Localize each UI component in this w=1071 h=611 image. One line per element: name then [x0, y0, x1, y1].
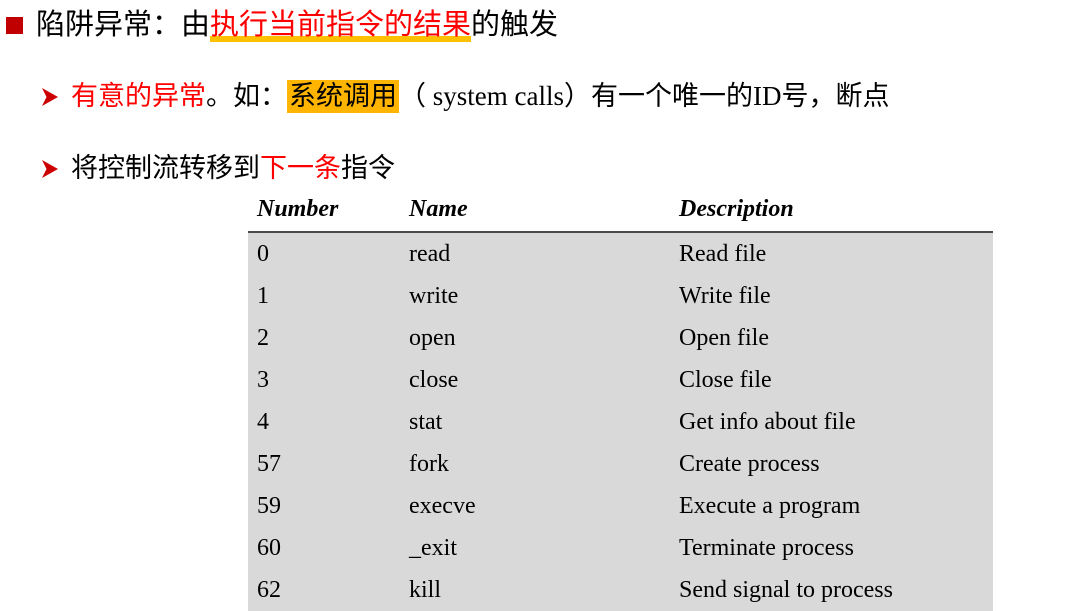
cell-name: fork [409, 443, 679, 485]
bullet3-emphasis: 下一条 [260, 153, 341, 183]
syscall-table-container: Number Name Description 0 read Read file 1 w… [248, 196, 993, 611]
bullet-line-1: 陷阱异常：由执行当前指令的结果的触发 [6, 8, 558, 42]
cell-description: Execute a program [679, 485, 993, 527]
cell-name: execve [409, 485, 679, 527]
arrow-bullet-icon [40, 86, 60, 108]
bullet1-prefix: 陷阱异常：由 [36, 9, 211, 41]
cell-description: Read file [679, 232, 993, 275]
cell-description: Get info about file [679, 401, 993, 443]
cell-name: open [409, 317, 679, 359]
table-row: 59 execve Execute a program [248, 485, 993, 527]
bullet2-part2: 。如： [206, 81, 287, 111]
square-bullet-icon [6, 16, 23, 34]
bullet-line-2: 有意的异常。如：系统调用（ system calls）有一个唯一的ID号，断点 [40, 80, 890, 113]
table-row: 60 _exit Terminate process [248, 527, 993, 569]
table-row: 2 open Open file [248, 317, 993, 359]
cell-number: 3 [248, 359, 409, 401]
bullet-line-1-text: 陷阱异常：由执行当前指令的结果的触发 [36, 8, 558, 42]
table-row: 4 stat Get info about file [248, 401, 993, 443]
cell-description: Create process [679, 443, 993, 485]
cell-name: close [409, 359, 679, 401]
cell-number: 59 [248, 485, 409, 527]
cell-number: 57 [248, 443, 409, 485]
cell-number: 60 [248, 527, 409, 569]
cell-description: Open file [679, 317, 993, 359]
bullet3-part3: 指令 [341, 153, 395, 183]
bullet1-emphasis: 执行当前指令的结果 [210, 9, 472, 42]
bullet2-highlight: 系统调用 [287, 80, 399, 113]
cell-number: 62 [248, 569, 409, 611]
bullet-line-2-text: 有意的异常。如：系统调用（ system calls）有一个唯一的ID号，断点 [71, 80, 890, 113]
table-header: Number Name Description [248, 196, 993, 233]
table-body: 0 read Read file 1 write Write file 2 open Open … [248, 232, 993, 611]
bullet1-suffix: 的触发 [471, 9, 559, 41]
cell-number: 4 [248, 401, 409, 443]
table-row: 0 read Read file [248, 232, 993, 275]
cell-description: Write file [679, 275, 993, 317]
cell-name: kill [409, 569, 679, 611]
table-row: 3 close Close file [248, 359, 993, 401]
cell-number: 0 [248, 232, 409, 275]
cell-name: read [409, 232, 679, 275]
cell-description: Close file [679, 359, 993, 401]
cell-name: stat [409, 401, 679, 443]
cell-name: write [409, 275, 679, 317]
column-header-number: Number [248, 196, 409, 233]
cell-name: _exit [409, 527, 679, 569]
table-row: 62 kill Send signal to process [248, 569, 993, 611]
bullet3-part1: 将控制流转移到 [71, 153, 260, 183]
table-row: 1 write Write file [248, 275, 993, 317]
bullet-line-3-text: 将控制流转移到下一条指令 [71, 152, 395, 184]
cell-description: Send signal to process [679, 569, 993, 611]
table-header-row: Number Name Description [248, 196, 993, 233]
syscall-table: Number Name Description 0 read Read file 1 w… [248, 196, 993, 611]
bullet2-part3: （ system calls）有一个唯一的ID号，断点 [399, 81, 890, 111]
cell-number: 1 [248, 275, 409, 317]
column-header-description: Description [679, 196, 993, 233]
arrow-bullet-icon [40, 158, 60, 180]
bullet-line-3: 将控制流转移到下一条指令 [40, 152, 395, 184]
cell-description: Terminate process [679, 527, 993, 569]
cell-number: 2 [248, 317, 409, 359]
table-row: 57 fork Create process [248, 443, 993, 485]
column-header-name: Name [409, 196, 679, 233]
bullet2-part1: 有意的异常 [71, 81, 206, 111]
